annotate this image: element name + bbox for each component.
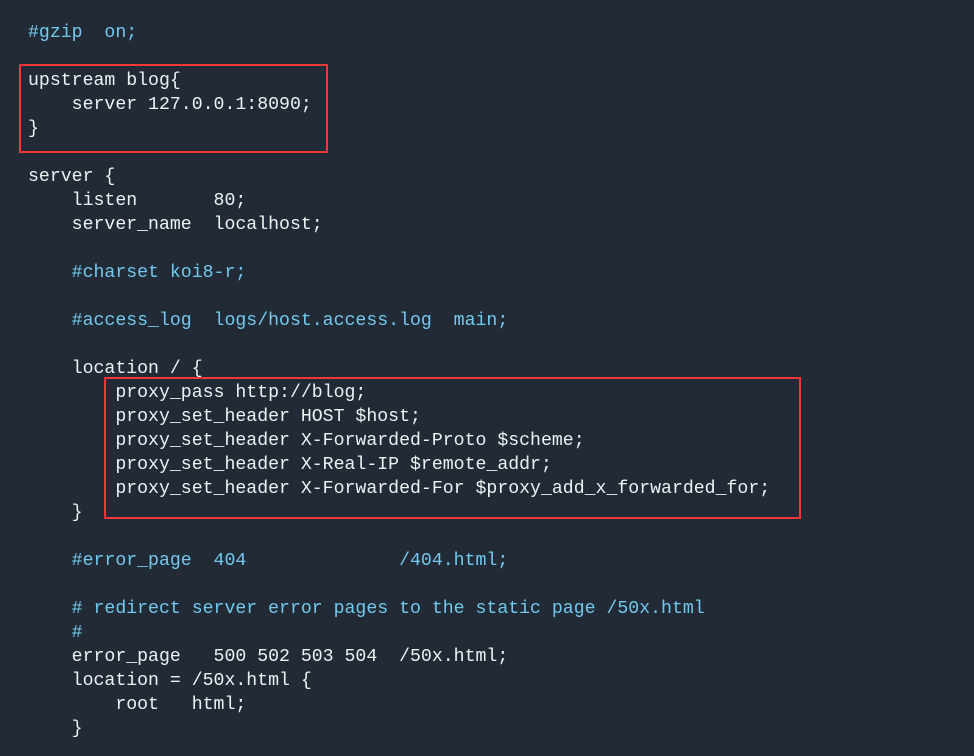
code-comment-line: #charset koi8-r; bbox=[28, 263, 247, 283]
code-line: location = /50x.html { bbox=[28, 671, 312, 691]
code-line: } bbox=[28, 719, 83, 739]
code-comment-line: # redirect server error pages to the sta… bbox=[28, 599, 705, 619]
code-line: root html; bbox=[28, 695, 247, 715]
code-comment-line: #gzip on; bbox=[28, 23, 138, 43]
code-line: listen 80; bbox=[28, 191, 247, 211]
code-line: server { bbox=[28, 167, 116, 187]
code-comment-line: #error_page 404 /404.html; bbox=[28, 551, 509, 571]
code-line: server_name localhost; bbox=[28, 215, 323, 235]
code-comment-line: # bbox=[28, 623, 83, 643]
highlight-box-upstream bbox=[19, 64, 328, 153]
code-line: error_page 500 502 503 504 /50x.html; bbox=[28, 647, 509, 667]
highlight-box-proxy-headers bbox=[104, 377, 801, 519]
code-comment-line: #access_log logs/host.access.log main; bbox=[28, 311, 509, 331]
